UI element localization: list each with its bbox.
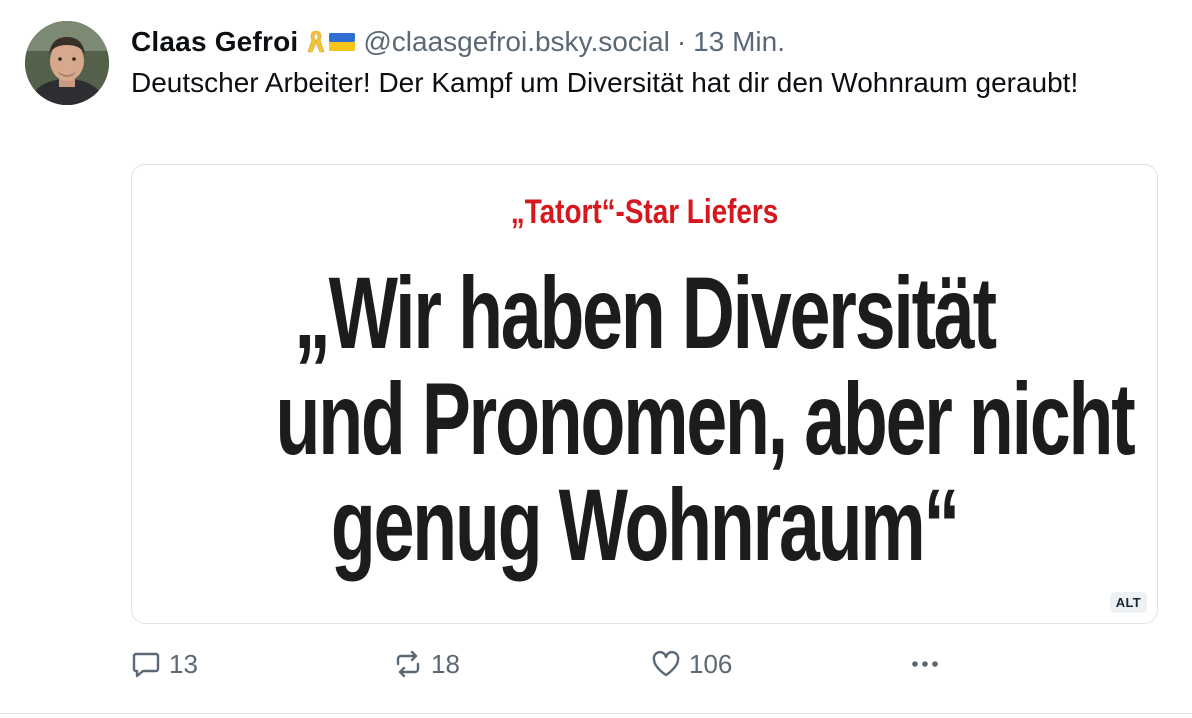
embedded-image[interactable]: „Tatort“-Star Liefers „Wir haben Diversi… xyxy=(131,164,1158,624)
headline-line: „Wir haben Diversität xyxy=(294,256,997,370)
post-actions: 13 18 106 xyxy=(131,646,961,682)
reply-count: 13 xyxy=(169,648,198,679)
alt-text-badge[interactable]: ALT xyxy=(1109,592,1147,613)
post-header: Claas Gefroi @claasgefroi.bsky.social · … xyxy=(131,22,785,62)
post: Claas Gefroi @claasgefroi.bsky.social · … xyxy=(0,0,1192,718)
post-timestamp[interactable]: 13 Min. xyxy=(693,26,785,58)
post-divider xyxy=(0,713,1192,714)
post-text: Deutscher Arbeiter! Der Kampf um Diversi… xyxy=(131,67,1079,98)
reply-icon xyxy=(132,652,160,678)
headline-line: genug Wohnraum“ xyxy=(330,468,960,582)
like-button[interactable]: 106 xyxy=(651,646,732,682)
repost-count: 18 xyxy=(431,648,460,679)
like-count: 106 xyxy=(689,648,733,679)
avatar[interactable] xyxy=(25,21,109,105)
headline-line: und Pronomen, aber nicht xyxy=(275,362,1136,476)
author-name[interactable]: Claas Gefroi xyxy=(131,26,298,58)
more-options-button[interactable] xyxy=(909,646,941,682)
heart-icon xyxy=(652,650,680,677)
separator-dot: · xyxy=(676,26,687,57)
ukraine-flag-icon xyxy=(329,33,356,51)
repost-button[interactable]: 18 xyxy=(393,646,460,682)
image-headline: „Wir haben Diversität und Pronomen, aber… xyxy=(132,260,1157,578)
more-options-icon xyxy=(912,661,938,667)
author-badges xyxy=(306,29,356,55)
image-kicker: „Tatort“-Star Liefers xyxy=(510,193,779,231)
author-handle[interactable]: @claasgefroi.bsky.social xyxy=(363,26,669,58)
yellow-ribbon-icon xyxy=(307,30,325,53)
reply-button[interactable]: 13 xyxy=(131,646,198,682)
avatar-photo xyxy=(25,21,109,105)
repost-icon xyxy=(396,650,420,678)
